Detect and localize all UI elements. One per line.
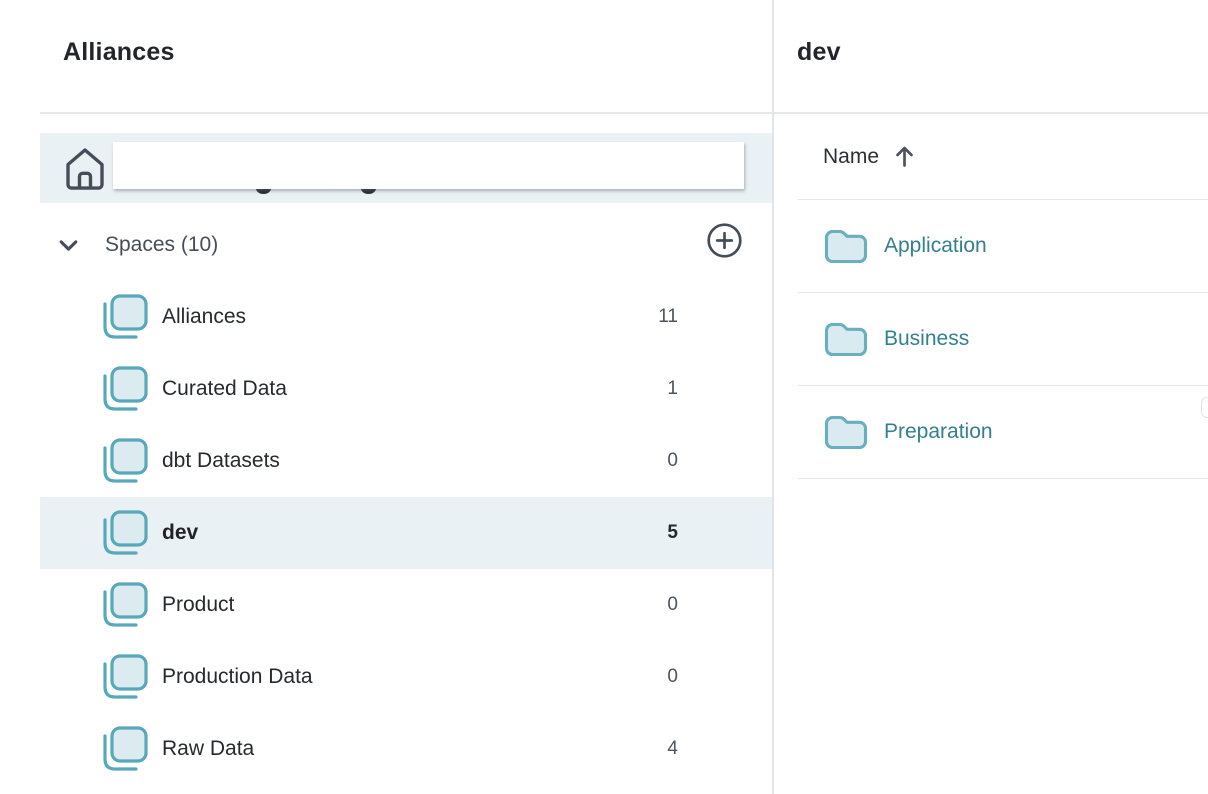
spaces-section-header[interactable]: Spaces (10) [40,218,640,272]
table-row[interactable]: Preparation [798,386,1208,479]
space-count: 4 [667,738,678,760]
folder-link[interactable]: Preparation [884,420,993,444]
page-title: dev [797,38,841,67]
space-name: Curated Data [162,377,287,401]
table-header-name[interactable]: Name [798,114,1208,200]
spaces-list: Alliances 11 Curated Data 1 dbt Datasets… [40,281,772,785]
space-icon [100,436,148,486]
space-icon [100,652,148,702]
space-name: Product [162,593,234,617]
space-count: 0 [667,666,678,688]
edge-cutoff-element [1201,397,1208,418]
catalog-table: Name Application Business [774,114,1208,479]
space-count: 1 [667,378,678,400]
space-name: Production Data [162,665,313,689]
home-row[interactable] [40,133,772,203]
space-count: 0 [667,450,678,472]
sidebar-item-dev[interactable]: dev 5 [40,497,772,569]
content-panel: dev Name Application [774,0,1208,794]
space-name: dev [162,521,198,545]
table-row[interactable]: Application [798,200,1208,293]
sidebar-item-product[interactable]: Product 0 [40,569,772,641]
space-name: Alliances [162,305,246,329]
folder-icon [823,413,868,451]
home-icon [64,147,106,196]
sidebar-item-production-data[interactable]: Production Data 0 [40,641,772,713]
sidebar-item-curated-data[interactable]: Curated Data 1 [40,353,772,425]
app-window: Alliances Spaces (10) [0,0,1208,794]
space-name: Raw Data [162,737,254,761]
table-row[interactable]: Business [798,293,1208,386]
folder-link[interactable]: Application [884,234,987,258]
sidebar-title: Alliances [63,38,175,67]
add-space-button[interactable] [706,222,743,259]
folder-icon [823,227,868,265]
folder-link[interactable]: Business [884,327,969,351]
space-count: 0 [667,594,678,616]
sort-ascending-icon [894,144,915,169]
chevron-down-icon [56,233,81,258]
sidebar-title-divider [40,112,772,114]
plus-circle-icon [706,222,743,259]
sidebar-item-dbt-datasets[interactable]: dbt Datasets 0 [40,425,772,497]
redaction-overlay [113,142,744,189]
sidebar: Alliances Spaces (10) [0,0,772,794]
name-column-label: Name [823,145,879,169]
sidebar-item-raw-data[interactable]: Raw Data 4 [40,713,772,785]
space-icon [100,508,148,558]
folder-icon [823,320,868,358]
space-name: dbt Datasets [162,449,280,473]
space-icon [100,364,148,414]
space-count: 11 [658,306,678,328]
space-icon [100,580,148,630]
space-count: 5 [667,522,678,544]
space-icon [100,292,148,342]
space-icon [100,724,148,774]
spaces-section-label: Spaces (10) [105,233,218,257]
sidebar-item-alliances[interactable]: Alliances 11 [40,281,772,353]
